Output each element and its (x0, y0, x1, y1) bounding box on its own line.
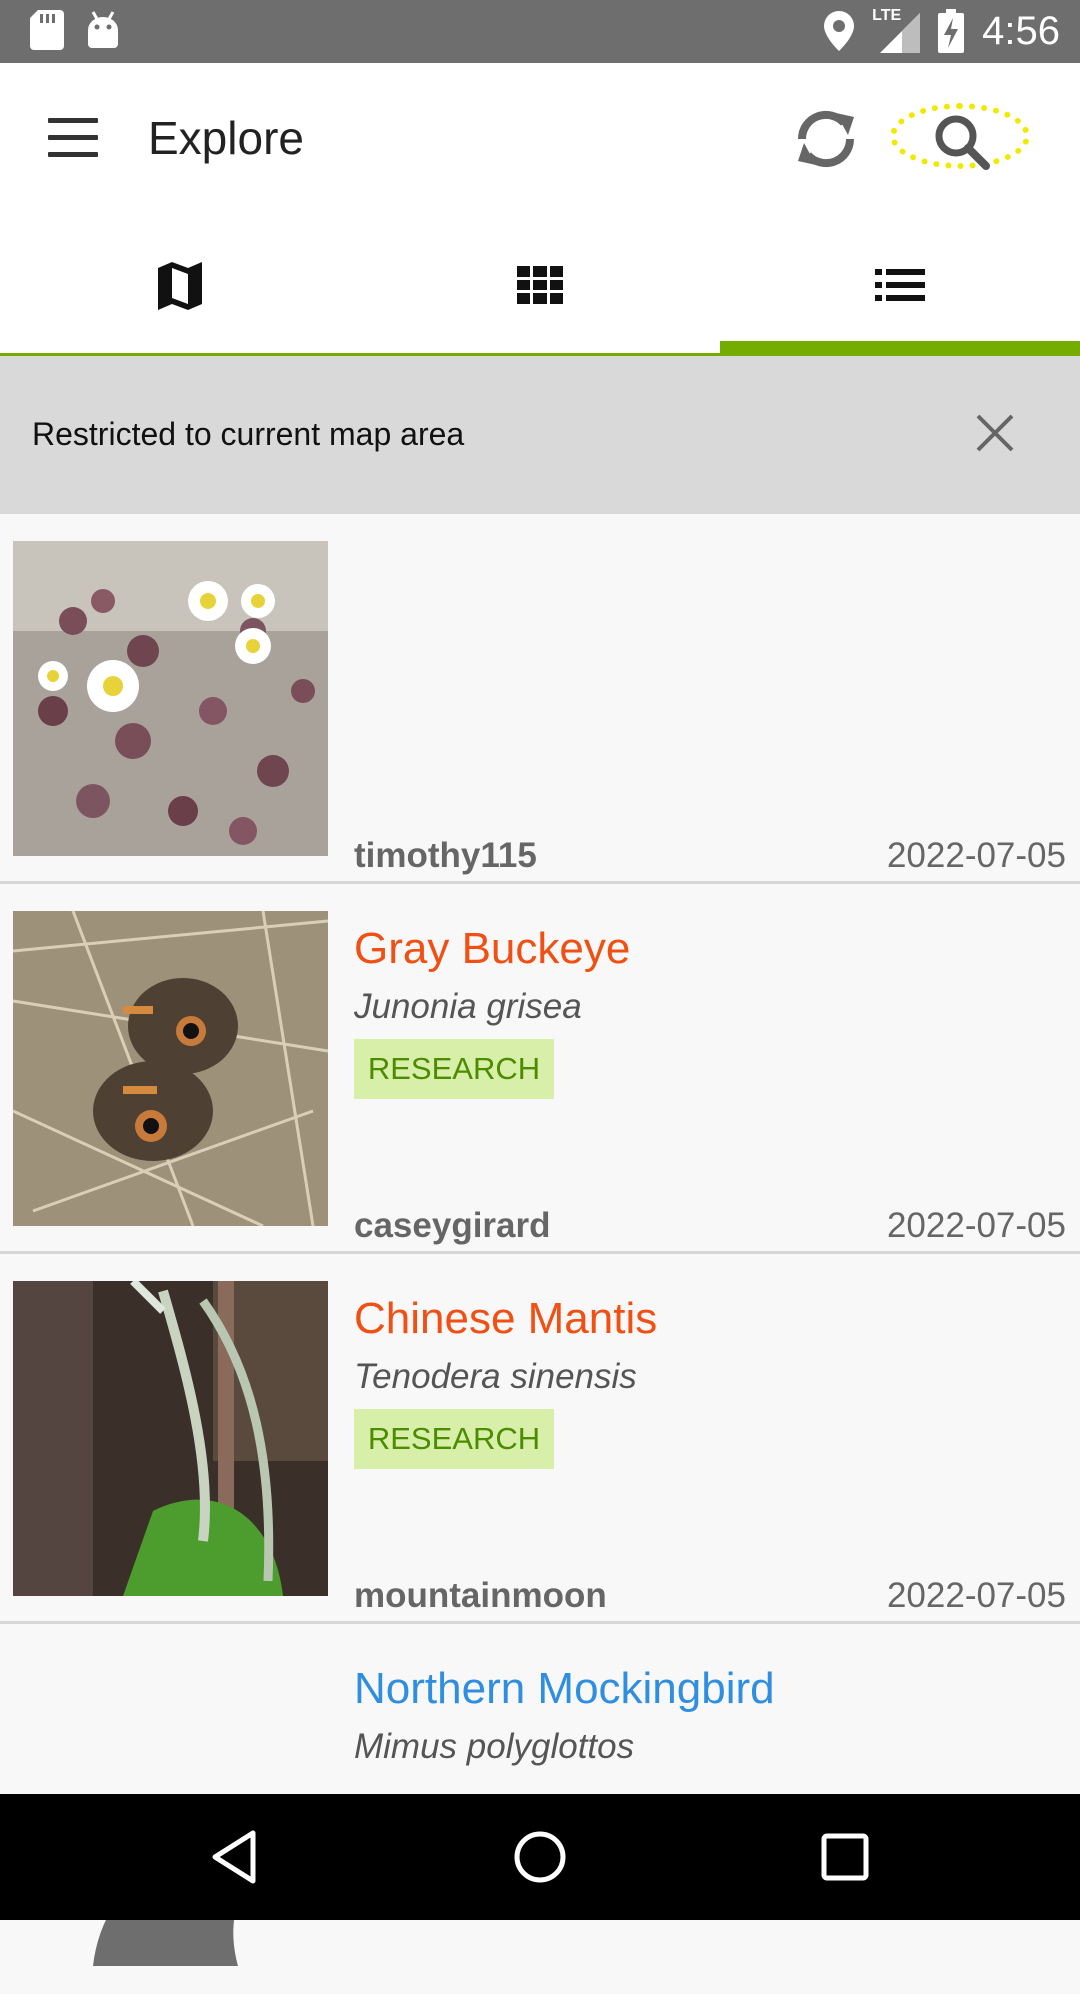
common-name: Gray Buckeye (354, 924, 631, 973)
scientific-name: Mimus polyglottos (354, 1727, 635, 1766)
menu-icon[interactable] (48, 118, 98, 158)
sd-card-icon (30, 10, 64, 50)
list-icon (875, 268, 925, 301)
observation-date: 2022-07-05 (886, 1576, 1066, 1615)
page-title: Explore (148, 112, 304, 164)
back-icon[interactable] (205, 1827, 265, 1887)
android-icon (88, 11, 118, 48)
common-name: Northern Mockingbird (354, 1664, 775, 1713)
scientific-name: Tenodera sinensis (354, 1357, 637, 1396)
recents-icon[interactable] (815, 1827, 875, 1887)
grid-icon (517, 265, 563, 304)
signal-icon: LTE (872, 7, 921, 53)
status-bar: LTE 4:56 (0, 0, 1080, 63)
observer-name: caseygirard (354, 1206, 551, 1245)
tab-grid[interactable] (360, 213, 720, 356)
tab-list[interactable] (720, 213, 1080, 356)
system-nav-bar (0, 1794, 1080, 1920)
tab-map[interactable] (0, 213, 360, 356)
observation-photo (13, 1281, 328, 1596)
quality-badge: RESEARCH (354, 1039, 554, 1099)
search-icon (935, 115, 990, 170)
common-name: Chinese Mantis (354, 1294, 658, 1343)
observer-name: mountainmoon (354, 1576, 607, 1615)
location-icon (824, 11, 855, 51)
close-icon[interactable] (970, 408, 1020, 458)
banner-text: Restricted to current map area (32, 416, 465, 452)
quality-badge: RESEARCH (354, 1409, 554, 1469)
observation-date: 2022-07-05 (886, 836, 1066, 875)
list-item[interactable]: Gray Buckeye Junonia grisea RESEARCH cas… (0, 884, 1080, 1254)
search-button[interactable] (890, 103, 1030, 170)
app-bar: Explore (0, 63, 1080, 213)
observation-photo (13, 541, 328, 856)
map-area-banner: Restricted to current map area (0, 356, 1080, 514)
observation-date: 2022-07-05 (886, 1206, 1066, 1245)
selected-tab-indicator (720, 341, 1080, 356)
view-tabs (0, 213, 1080, 356)
refresh-icon[interactable] (790, 103, 862, 175)
map-icon (158, 261, 202, 310)
clock: 4:56 (982, 8, 1060, 53)
observer-name: timothy115 (354, 836, 537, 875)
scientific-name: Junonia grisea (354, 987, 582, 1026)
list-item[interactable]: Chinese Mantis Tenodera sinensis RESEARC… (0, 1254, 1080, 1624)
network-type: LTE (872, 7, 902, 24)
home-icon[interactable] (510, 1827, 570, 1887)
battery-charging-icon (938, 9, 965, 53)
observation-photo (13, 911, 328, 1226)
list-item[interactable]: timothy115 2022-07-05 (0, 514, 1080, 884)
